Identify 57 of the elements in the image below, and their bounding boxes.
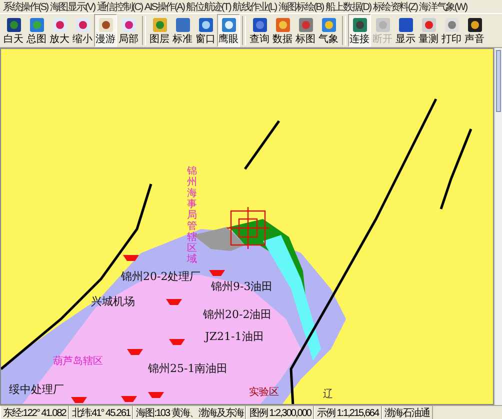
chart-label: 辽: [323, 388, 333, 401]
toolbar-button[interactable]: 放大: [48, 14, 71, 47]
menu-item[interactable]: 通信控制(C): [96, 0, 144, 13]
menu-item[interactable]: 标绘资料(Z): [372, 0, 418, 13]
vessel-icon[interactable]: [71, 397, 87, 403]
vessel-icon[interactable]: [127, 349, 143, 355]
status-field: 渤海石油通: [382, 406, 433, 419]
menu-item[interactable]: AIS操作(A): [143, 0, 186, 13]
toolbar-button[interactable]: 局部: [117, 14, 140, 47]
toolbar-button[interactable]: 缩小: [71, 14, 94, 47]
toolbar-button[interactable]: 量测: [417, 14, 440, 47]
menu-item[interactable]: 系统操作(S): [2, 0, 49, 13]
toolbar-button[interactable]: 声音: [463, 14, 486, 47]
toolbar-button[interactable]: 查询: [248, 14, 271, 47]
toolbar-button[interactable]: 总图: [25, 14, 48, 47]
chart-label: 葫芦岛辖区: [53, 354, 103, 368]
status-field: 图例 1:2,300,000: [246, 406, 314, 419]
toolbar-button[interactable]: 窗口: [194, 14, 217, 47]
toolbar-button[interactable]: 漫游: [94, 14, 117, 47]
toolbar-button[interactable]: 标准: [171, 14, 194, 47]
status-field: 海图:103 黄海、渤海及东海: [133, 406, 246, 419]
status-field: 东经:122° 41.082: [0, 406, 69, 419]
menu-item[interactable]: 海图显示(V): [48, 0, 96, 13]
toolbar-button[interactable]: 数据: [271, 14, 294, 47]
chart-label: 锦州海事局管辖区域: [187, 166, 197, 265]
menu-item[interactable]: 船位航迹(T): [185, 0, 232, 13]
toolbar-button[interactable]: 连接: [348, 14, 371, 47]
status-field: 示例 1:1,215,664: [314, 406, 382, 419]
menu-item[interactable]: 海图标绘(B): [277, 0, 324, 13]
menu-item[interactable]: 航线作业(L): [232, 0, 278, 13]
chart-label: JZ21-1油田: [205, 329, 264, 344]
road-line: [244, 120, 280, 170]
status-field: 北纬:41° 45.261: [68, 406, 134, 419]
target-marker: [227, 207, 269, 249]
chart-label: 锦州9-3油田: [211, 279, 273, 294]
vessel-icon[interactable]: [169, 339, 185, 345]
chart-label: 锦州20-2油田: [203, 307, 272, 322]
vessel-icon[interactable]: [166, 299, 182, 305]
vessel-icon[interactable]: [148, 392, 164, 398]
chart-label: 兴城机场: [91, 294, 135, 309]
vessel-icon[interactable]: [121, 396, 137, 402]
toolbar-button[interactable]: 显示: [394, 14, 417, 47]
nautical-chart[interactable]: 锦州海事局管辖区域 锦州20-2处理厂 锦州9-3油田 兴城机场 锦州20-2油田 JZ21-1油田 葫芦岛辖区 锦州25-1南油田 绥中处理厂 实验区 辽: [0, 48, 494, 405]
chart-label: 实验区: [249, 386, 279, 399]
toolbar-button[interactable]: 标图: [294, 14, 317, 47]
toolbar-button[interactable]: 打印: [440, 14, 463, 47]
toolbar-button[interactable]: 气象: [317, 14, 340, 47]
scrollbar[interactable]: [494, 48, 502, 405]
menu-item[interactable]: 船上数据(D): [324, 0, 372, 13]
menu-item[interactable]: 海洋气象(W): [418, 0, 468, 13]
toolbar-button[interactable]: 白天: [2, 14, 25, 47]
toolbar-button[interactable]: 图层: [148, 14, 171, 47]
chart-label: 绥中处理厂: [9, 382, 64, 397]
toolbar-button[interactable]: 鹰眼: [217, 14, 240, 47]
chart-label: 锦州25-1南油田: [148, 361, 228, 376]
vessel-icon[interactable]: [123, 255, 139, 261]
chart-label: 锦州20-2处理厂: [121, 269, 201, 284]
